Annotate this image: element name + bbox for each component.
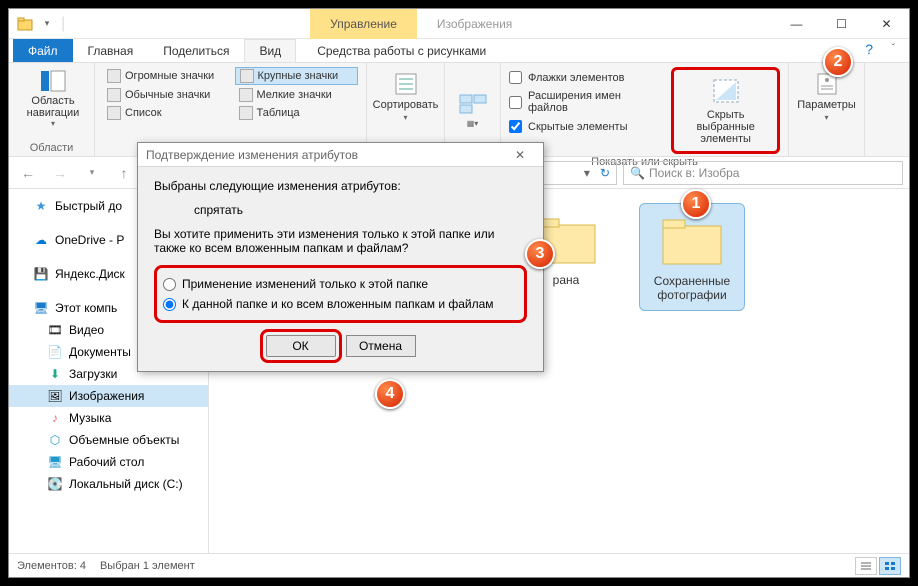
- tree-3d-objects[interactable]: ⬡Объемные объекты: [9, 429, 208, 451]
- radio-this-folder-only[interactable]: Применение изменений только к этой папке: [161, 274, 520, 294]
- star-icon: ★: [33, 198, 49, 214]
- chk-extensions[interactable]: Расширения имен файлов: [509, 88, 661, 116]
- refresh-button[interactable]: ↻: [600, 166, 610, 180]
- drive-icon: 💽: [47, 476, 63, 492]
- layout-table[interactable]: Таблица: [235, 105, 359, 121]
- layout-small[interactable]: Мелкие значки: [235, 87, 359, 103]
- search-input[interactable]: 🔍 Поиск в: Изобра: [623, 161, 903, 185]
- download-icon: ⬇: [47, 366, 63, 382]
- radio-recursive[interactable]: К данной папке и ко всем вложенным папка…: [161, 294, 520, 314]
- cancel-button[interactable]: Отмена: [346, 335, 416, 357]
- callout-4: 4: [375, 379, 405, 409]
- columns-icon[interactable]: ▦▾: [467, 119, 479, 128]
- tab-share[interactable]: Поделиться: [148, 39, 244, 62]
- maximize-button[interactable]: ☐: [819, 9, 864, 39]
- view-icons-button[interactable]: [879, 557, 901, 575]
- cloud-icon: ☁: [33, 232, 49, 248]
- contextual-tab-header: Управление: [310, 9, 417, 39]
- hide-selected-button[interactable]: Скрыть выбранные элементы: [671, 67, 780, 154]
- group-panes-label: Области: [17, 140, 86, 154]
- pc-icon: 🖥: [33, 300, 49, 316]
- folder-label: рана: [553, 273, 580, 287]
- dialog-line1: Выбраны следующие изменения атрибутов:: [154, 179, 527, 193]
- desktop-icon: 🖥: [47, 454, 63, 470]
- dialog-attr: спрятать: [154, 193, 527, 227]
- tab-view[interactable]: Вид: [244, 39, 296, 62]
- tree-pictures[interactable]: 🖼Изображения: [9, 385, 208, 407]
- nav-pane-button[interactable]: Область навигации ▾: [17, 67, 89, 128]
- minimize-button[interactable]: —: [774, 9, 819, 39]
- back-button[interactable]: ←: [15, 160, 41, 186]
- forward-button[interactable]: →: [47, 160, 73, 186]
- status-bar: Элементов: 4 Выбран 1 элемент: [9, 553, 909, 577]
- tree-cdrive[interactable]: 💽Локальный диск (C:): [9, 473, 208, 495]
- close-button[interactable]: ✕: [864, 9, 909, 39]
- window-title: Изображения: [437, 17, 512, 31]
- up-button[interactable]: ↑: [111, 160, 137, 186]
- options-button[interactable]: Параметры ▾: [787, 67, 866, 126]
- tree-music[interactable]: ♪Музыка: [9, 407, 208, 429]
- layout-list[interactable]: Список: [103, 105, 227, 121]
- folder-icon: [657, 212, 727, 268]
- hide-icon: [710, 76, 742, 105]
- disk-icon: 💾: [33, 266, 49, 282]
- callout-1: 1: [681, 189, 711, 219]
- nav-pane-label: Область навигации: [17, 95, 89, 119]
- layout-huge[interactable]: Огромные значки: [103, 67, 227, 85]
- titlebar: ▾ | Управление Изображения — ☐ ✕: [9, 9, 909, 39]
- dialog-close-button[interactable]: ✕: [505, 148, 535, 162]
- radio-group: Применение изменений только к этой папке…: [154, 265, 527, 323]
- search-icon: 🔍: [630, 166, 645, 180]
- sort-button[interactable]: Сортировать ▾: [363, 67, 449, 126]
- help-icon[interactable]: ?: [865, 41, 873, 57]
- ok-button[interactable]: ОК: [266, 335, 336, 357]
- confirm-attributes-dialog: Подтверждение изменения атрибутов ✕ Выбр…: [137, 142, 544, 372]
- doc-icon: 📄: [47, 344, 63, 360]
- pictures-icon: 🖼: [47, 388, 63, 404]
- status-selected: Выбран 1 элемент: [100, 560, 195, 572]
- folder-saved-photos[interactable]: Сохраненные фотографии: [639, 203, 745, 311]
- view-details-button[interactable]: [855, 557, 877, 575]
- dropdown-icon[interactable]: ▾: [584, 166, 590, 180]
- qat-dropdown-icon[interactable]: ▾: [39, 16, 55, 32]
- nav-pane-icon: [39, 67, 67, 95]
- chk-hidden[interactable]: Скрытые элементы: [509, 118, 661, 135]
- explorer-window: ▾ | Управление Изображения — ☐ ✕ Файл Гл…: [8, 8, 910, 578]
- layout-large[interactable]: Крупные значки: [235, 67, 359, 85]
- folder-icon: [17, 16, 33, 32]
- collapse-ribbon-icon[interactable]: ˇ: [892, 43, 895, 54]
- status-item-count: Элементов: 4: [17, 560, 86, 572]
- group-by-icon[interactable]: [458, 93, 488, 115]
- dialog-title: Подтверждение изменения атрибутов: [146, 148, 358, 162]
- tab-file[interactable]: Файл: [13, 39, 73, 62]
- sort-icon: [393, 71, 419, 97]
- cube-icon: ⬡: [47, 432, 63, 448]
- music-icon: ♪: [47, 410, 63, 426]
- dialog-question: Вы хотите применить эти изменения только…: [154, 227, 527, 255]
- callout-2: 2: [823, 47, 853, 77]
- tab-picture-tools[interactable]: Средства работы с рисунками: [302, 39, 501, 62]
- callout-3: 3: [525, 239, 555, 269]
- folder-label: Сохраненные фотографии: [644, 274, 740, 302]
- ribbon-tabs: Файл Главная Поделиться Вид Средства раб…: [9, 39, 909, 63]
- tree-desktop[interactable]: 🖥Рабочий стол: [9, 451, 208, 473]
- recent-dropdown[interactable]: ▾: [79, 160, 105, 186]
- tab-home[interactable]: Главная: [73, 39, 149, 62]
- chk-item-checkboxes[interactable]: Флажки элементов: [509, 69, 661, 86]
- layout-normal[interactable]: Обычные значки: [103, 87, 227, 103]
- video-icon: 🎞: [47, 322, 63, 338]
